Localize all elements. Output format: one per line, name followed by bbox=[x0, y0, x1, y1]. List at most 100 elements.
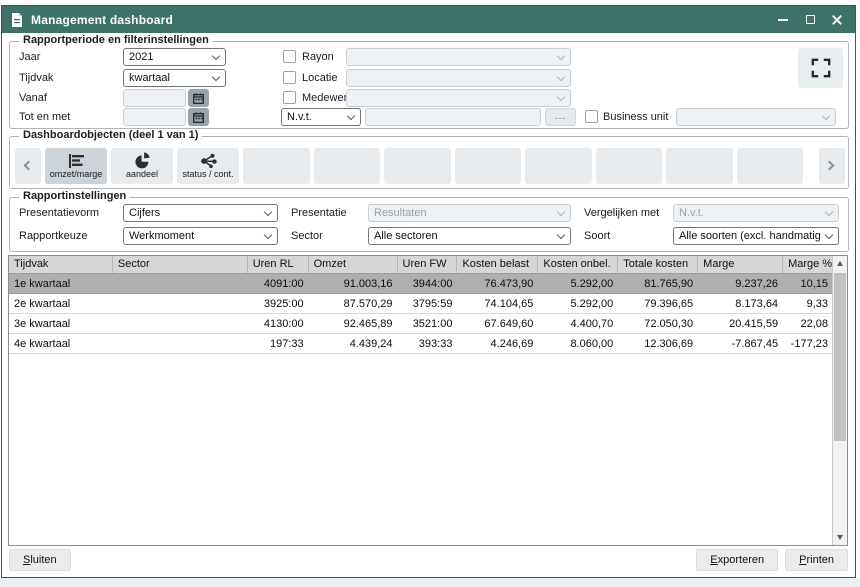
business-unit-select[interactable] bbox=[676, 108, 836, 126]
maximize-button[interactable] bbox=[801, 11, 819, 29]
vergelijken-met-select[interactable]: N.v.t. bbox=[673, 204, 839, 222]
scroll-down-button[interactable] bbox=[833, 530, 847, 545]
column-header[interactable]: Totale kosten bbox=[618, 256, 698, 273]
vanaf-calendar-button[interactable] bbox=[188, 89, 209, 107]
column-header[interactable]: Uren RL bbox=[248, 256, 309, 273]
scroll-up-button[interactable] bbox=[833, 256, 847, 271]
report-settings-legend: Rapportinstellingen bbox=[19, 190, 130, 202]
table-cell: 1e kwartaal bbox=[9, 278, 113, 290]
dashboard-object-omzet-marge[interactable]: omzet/marge bbox=[45, 148, 107, 184]
table-cell: 3e kwartaal bbox=[9, 318, 113, 330]
column-header[interactable]: Omzet bbox=[309, 256, 398, 273]
triangle-down-icon bbox=[837, 535, 843, 540]
dashboard-object-empty-slot[interactable] bbox=[384, 148, 451, 184]
table-row[interactable]: 4e kwartaal197:334.439,24393:334.246,698… bbox=[9, 334, 833, 354]
chevron-left-icon bbox=[24, 161, 34, 171]
dashboard-object-empty-slot[interactable] bbox=[737, 148, 804, 184]
calendar-icon bbox=[193, 112, 204, 123]
chevron-down-icon bbox=[557, 52, 565, 60]
column-header[interactable]: Kosten belast bbox=[457, 256, 538, 273]
table-cell: 4091:00 bbox=[248, 278, 309, 290]
table-cell: 91.003,16 bbox=[309, 278, 398, 290]
table-cell: 3925:00 bbox=[248, 298, 309, 310]
results-table: TijdvakSectorUren RLOmzetUren FWKosten b… bbox=[8, 255, 848, 546]
table-cell: 4.246,69 bbox=[457, 338, 538, 350]
dashboard-object-empty-slot[interactable] bbox=[243, 148, 310, 184]
vanaf-date-input[interactable] bbox=[123, 89, 186, 107]
table-cell: 72.050,30 bbox=[618, 318, 698, 330]
column-header[interactable]: Tijdvak bbox=[9, 256, 113, 273]
column-header[interactable]: Uren FW bbox=[398, 256, 458, 273]
table-cell: 9,33 bbox=[783, 298, 833, 310]
rayon-select[interactable] bbox=[346, 48, 571, 66]
soort-select[interactable]: Alle soorten (excl. handmatig bbox=[673, 227, 839, 245]
rapportkeuze-select[interactable]: Werkmoment bbox=[123, 227, 278, 245]
table-row[interactable]: 3e kwartaal4130:0092.465,893521:0067.649… bbox=[9, 314, 833, 334]
scrollbar-thumb[interactable] bbox=[834, 273, 846, 441]
table-row[interactable]: 2e kwartaal3925:0087.570,293795:5974.104… bbox=[9, 294, 833, 314]
locatie-checkbox[interactable] bbox=[283, 71, 296, 84]
network-icon bbox=[198, 152, 218, 169]
dashboard-toolbar-slots: omzet/margeaandeel status / cont. bbox=[45, 148, 803, 184]
table-cell: 81.765,90 bbox=[618, 278, 698, 290]
sluiten-button[interactable]: Sluiten bbox=[9, 549, 71, 571]
browse-button[interactable]: ... bbox=[545, 108, 576, 126]
dashboard-object-empty-slot[interactable] bbox=[596, 148, 663, 184]
table-row[interactable]: 1e kwartaal4091:0091.003,163944:0076.473… bbox=[9, 274, 833, 294]
document-icon bbox=[11, 13, 23, 27]
chevron-right-icon bbox=[825, 161, 835, 171]
dashboard-object-empty-slot[interactable] bbox=[525, 148, 592, 184]
dashboard-object-empty-slot[interactable] bbox=[455, 148, 522, 184]
table-cell: 87.570,29 bbox=[309, 298, 398, 310]
locatie-select[interactable] bbox=[346, 69, 571, 87]
close-icon bbox=[832, 15, 842, 25]
table-cell: 4.400,70 bbox=[538, 318, 618, 330]
window-titlebar[interactable]: Management dashboard bbox=[2, 6, 855, 33]
table-cell: 8.173,64 bbox=[698, 298, 783, 310]
table-cell: 5.292,00 bbox=[538, 298, 618, 310]
dashboard-object-status-cont-[interactable]: status / cont. bbox=[177, 148, 239, 184]
tot-en-met-calendar-button[interactable] bbox=[188, 108, 209, 126]
toolbar-prev-button[interactable] bbox=[15, 148, 41, 184]
presentatie-select[interactable]: Resultaten bbox=[368, 204, 571, 222]
dashboard-object-label: status / cont. bbox=[182, 169, 233, 180]
footer-bar: Sluiten Exporteren Printen bbox=[2, 549, 855, 571]
dashboard-object-aandeel[interactable]: aandeel bbox=[111, 148, 173, 184]
filter-text-input[interactable] bbox=[365, 108, 541, 126]
toolbar-next-button[interactable] bbox=[819, 148, 845, 184]
chevron-down-icon bbox=[212, 52, 220, 60]
table-cell: 393:33 bbox=[398, 338, 458, 350]
chevron-down-icon bbox=[557, 208, 565, 216]
column-header[interactable]: Kosten onbel. bbox=[538, 256, 618, 273]
dashboard-object-empty-slot[interactable] bbox=[666, 148, 733, 184]
fullscreen-button[interactable] bbox=[798, 48, 843, 88]
presentatievorm-select[interactable]: Cijfers bbox=[123, 204, 278, 222]
minimize-button[interactable] bbox=[774, 11, 792, 29]
business-unit-checkbox[interactable] bbox=[585, 110, 598, 123]
management-dashboard-window: Management dashboard Rapportperiode en f… bbox=[1, 5, 856, 578]
column-header[interactable]: Marge bbox=[698, 256, 783, 273]
tot-en-met-date-input[interactable] bbox=[123, 108, 186, 126]
column-header[interactable]: Marge % bbox=[783, 256, 833, 273]
medewerker-checkbox[interactable] bbox=[283, 91, 296, 104]
vanaf-label: Vanaf bbox=[19, 89, 47, 107]
table-body: 1e kwartaal4091:0091.003,163944:0076.473… bbox=[9, 274, 847, 354]
rayon-checkbox[interactable] bbox=[283, 50, 296, 63]
nvt-select[interactable]: N.v.t. bbox=[281, 108, 361, 126]
column-header[interactable]: Sector bbox=[113, 256, 248, 273]
jaar-select[interactable]: 2021 bbox=[123, 48, 226, 66]
chevron-down-icon bbox=[825, 208, 833, 216]
printen-button[interactable]: Printen bbox=[785, 549, 848, 571]
dashboard-object-empty-slot[interactable] bbox=[314, 148, 381, 184]
tijdvak-select[interactable]: kwartaal bbox=[123, 69, 226, 87]
medewerker-select[interactable] bbox=[346, 89, 571, 107]
exporteren-button[interactable]: Exporteren bbox=[696, 549, 778, 571]
close-button[interactable] bbox=[828, 11, 846, 29]
sector-select[interactable]: Alle sectoren bbox=[368, 227, 571, 245]
table-cell: 79.396,65 bbox=[618, 298, 698, 310]
table-cell: 3521:00 bbox=[398, 318, 458, 330]
rayon-label: Rayon bbox=[302, 48, 334, 66]
table-scrollbar[interactable] bbox=[832, 256, 847, 545]
pie-chart-icon bbox=[133, 152, 151, 169]
fullscreen-icon bbox=[811, 58, 831, 78]
